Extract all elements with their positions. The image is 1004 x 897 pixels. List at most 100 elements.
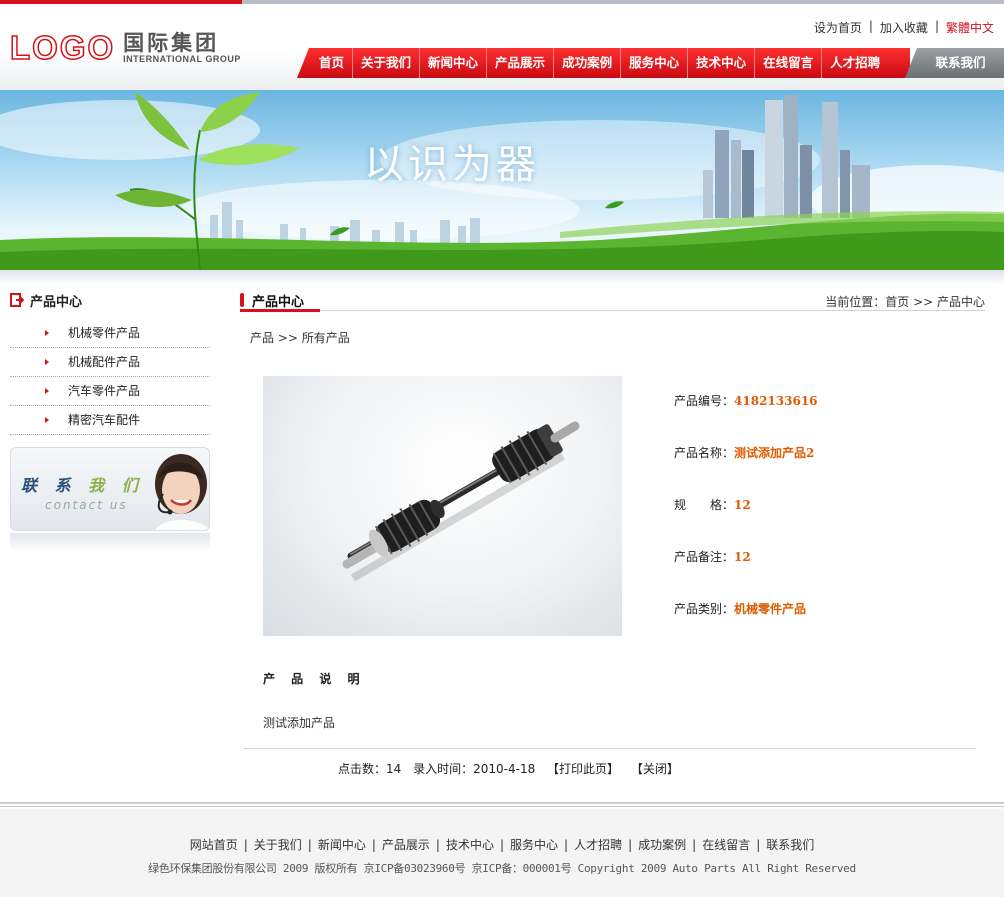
footer-link-service[interactable]: 服务中心 (510, 838, 558, 852)
footer-divider (0, 802, 1004, 804)
footer-separator: | (564, 838, 569, 852)
nav-item-products[interactable]: 产品展示 (487, 48, 555, 78)
traditional-chinese-link[interactable]: 繁體中文 (946, 19, 994, 36)
content-tab-underline (240, 309, 320, 312)
description-title: 产 品 说 明 (263, 672, 366, 686)
close-link[interactable]: 【关闭】 (631, 762, 679, 776)
product-name-label: 产品名称： (674, 446, 735, 460)
site-logo[interactable]: LOGO 国际集团 INTERNATIONAL GROUP (9, 29, 241, 67)
drive-shaft-icon (342, 421, 580, 582)
sub-breadcrumb[interactable]: 产品 >> 所有产品 (250, 329, 350, 346)
banner-slogan: 以识为器 (364, 142, 540, 188)
contact-us-reflection (10, 533, 210, 553)
sidebar-title: 产品中心 (10, 290, 82, 310)
sidebar-item-label: 汽车零件产品 (68, 384, 141, 398)
product-category-label: 产品类别： (674, 602, 735, 616)
footer-link-cases[interactable]: 成功案例 (638, 838, 686, 852)
set-home-link[interactable]: 设为首页 (814, 19, 862, 36)
sidebar-item-mechanical-parts[interactable]: 机械零件产品 (10, 319, 210, 348)
logo-text: 国际集团 INTERNATIONAL GROUP (123, 32, 241, 65)
contact-us-cn: 联 系 我 们 (21, 472, 144, 496)
nav-item-about[interactable]: 关于我们 (353, 48, 421, 78)
footer: 网站首页 | 关于我们 | 新闻中心 | 产品展示 | 技术中心 | 服务中心 | 人才招聘 | 成功案例 |… (0, 809, 1004, 897)
copyright: 绿色环保集团股份有限公司 2009 版权所有 京ICP备03023960号 京I… (148, 862, 856, 875)
product-note-value: 12 (734, 550, 751, 564)
logo-cn: 国际集团 (123, 30, 220, 55)
arrow-right-icon (45, 330, 49, 336)
top-links: 设为首页 | 加入收藏 | 繁體中文 (814, 19, 994, 36)
footer-separator: | (243, 838, 248, 852)
arrow-right-icon (45, 359, 49, 365)
print-link[interactable]: 【打印此页】 (547, 762, 619, 776)
contact-us-cn-part1: 联 系 (21, 476, 89, 495)
nav-item-message[interactable]: 在线留言 (755, 48, 823, 78)
footer-link-news[interactable]: 新闻中心 (318, 838, 366, 852)
breadcrumb: 当前位置：首页 >> 产品中心 (825, 295, 985, 309)
product-name-value: 测试添加产品2 (734, 446, 815, 460)
footer-separator: | (692, 838, 697, 852)
product-spec-label: 规 格： (674, 498, 735, 512)
product-code-label: 产品编号： (674, 394, 735, 408)
footer-link-jobs[interactable]: 人才招聘 (574, 838, 622, 852)
header: LOGO 国际集团 INTERNATIONAL GROUP 设为首页 | 加入收… (0, 4, 1004, 90)
logo-en: INTERNATIONAL GROUP (123, 53, 241, 64)
tab-marker-icon (240, 293, 244, 307)
sidebar-item-mechanical-accessories[interactable]: 机械配件产品 (10, 348, 210, 377)
footer-link-about[interactable]: 关于我们 (254, 838, 302, 852)
nav-item-tech[interactable]: 技术中心 (688, 48, 756, 78)
nav-item-home[interactable]: 首页 (311, 48, 354, 78)
entry-date: 录入时间：2010-4-18 (413, 762, 536, 776)
contact-us-cn-part2: 我 们 (88, 476, 144, 495)
footer-link-contact[interactable]: 联系我们 (766, 838, 814, 852)
footer-separator: | (435, 838, 440, 852)
product-code-value: 4182133616 (734, 394, 818, 408)
sidebar-title-text: 产品中心 (30, 294, 83, 310)
add-favorite-link[interactable]: 加入收藏 (880, 19, 928, 36)
content-divider (244, 748, 976, 749)
sidebar-item-auto-parts[interactable]: 汽车零件产品 (10, 377, 210, 406)
footer-link-home[interactable]: 网站首页 (190, 838, 238, 852)
footer-nav: 网站首页 | 关于我们 | 新闻中心 | 产品展示 | 技术中心 | 服务中心 | 人才招聘 | 成功案例 |… (0, 836, 1004, 853)
footer-separator: | (499, 838, 505, 852)
footer-link-products[interactable]: 产品展示 (382, 838, 430, 852)
footer-separator: | (307, 838, 312, 852)
logo-mark: LOGO (9, 29, 116, 67)
content-tab: 产品中心 (240, 289, 314, 311)
description-body: 测试添加产品 (263, 716, 336, 730)
content-header: 产品中心 当前位置：首页 >> 产品中心 (240, 289, 985, 312)
footer-separator: | (756, 838, 761, 852)
sidebar-item-label: 机械配件产品 (68, 355, 141, 369)
product-name-row: 产品名称：测试添加产品2 (674, 444, 814, 461)
product-spec-value: 12 (734, 498, 751, 512)
operator-avatar-icon (155, 454, 209, 530)
nav-item-jobs[interactable]: 人才招聘 (822, 48, 888, 78)
footer-link-tech[interactable]: 技术中心 (446, 838, 494, 852)
sidebar-item-precision-auto[interactable]: 精密汽车配件 (10, 406, 210, 435)
arrow-right-icon (45, 417, 49, 423)
top-links-separator: | (868, 19, 873, 33)
product-meta: 点击数：14 录入时间：2010-4-18 【打印此页】 【关闭】 (338, 760, 687, 777)
product-image[interactable] (263, 376, 622, 636)
product-note-label: 产品备注： (674, 550, 735, 564)
nav-item-contact[interactable]: 联系我们 (905, 48, 1004, 78)
product-note-row: 产品备注：12 (674, 548, 751, 565)
contact-us-en: contact us (45, 498, 128, 512)
click-count: 点击数：14 (338, 762, 402, 776)
footer-link-message[interactable]: 在线留言 (702, 838, 750, 852)
product-category-value: 机械零件产品 (734, 602, 807, 616)
product-spec-row: 规 格：12 (674, 496, 751, 513)
main-nav: 首页 关于我们 新闻中心 产品展示 成功案例 服务中心 技术中心 在线留言 人才… (297, 48, 910, 78)
nav-item-cases[interactable]: 成功案例 (554, 48, 622, 78)
top-links-separator: | (934, 19, 939, 33)
footer-separator: | (628, 838, 633, 852)
arrow-right-icon (45, 388, 49, 394)
content-tab-title: 产品中心 (252, 294, 305, 310)
contact-us-banner[interactable]: 联 系 我 们 contact us (10, 447, 210, 531)
hero-banner: 以识为器 (0, 90, 1004, 270)
nav-item-news[interactable]: 新闻中心 (420, 48, 488, 78)
sidebar-item-label: 机械零件产品 (68, 326, 141, 340)
footer-separator: | (371, 838, 376, 852)
banner-shadow (0, 270, 1004, 284)
product-code-row: 产品编号：4182133616 (674, 392, 818, 409)
nav-item-service[interactable]: 服务中心 (621, 48, 689, 78)
